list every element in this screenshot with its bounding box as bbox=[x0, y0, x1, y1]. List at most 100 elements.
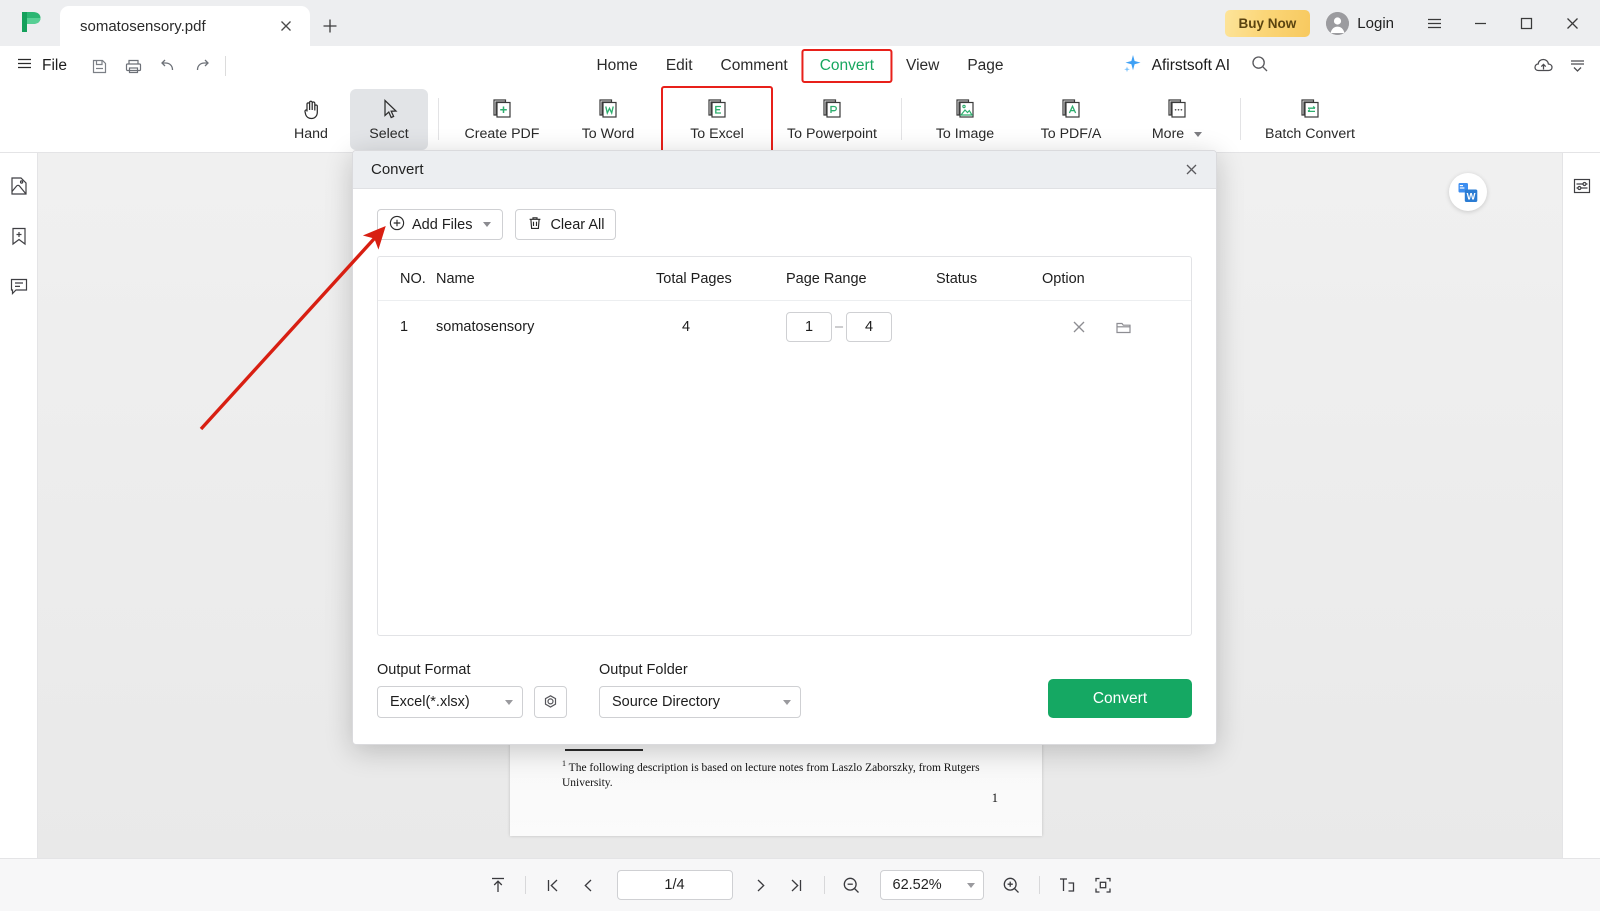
bottom-divider-1 bbox=[524, 876, 526, 894]
menu-item-convert-wrapper: Convert bbox=[801, 49, 893, 83]
search-button[interactable] bbox=[1250, 54, 1270, 79]
plus-icon[interactable] bbox=[310, 6, 350, 46]
file-menu-label: File bbox=[42, 57, 67, 74]
user-avatar-icon bbox=[1326, 11, 1350, 35]
fit-page-icon[interactable] bbox=[1085, 868, 1121, 902]
sparkle-icon bbox=[1122, 53, 1143, 79]
login-label: Login bbox=[1357, 14, 1394, 32]
redo-icon[interactable] bbox=[187, 51, 217, 81]
previous-page-icon[interactable] bbox=[571, 868, 607, 902]
zoom-level-value: 62.52% bbox=[892, 877, 942, 893]
tool-more[interactable]: More bbox=[1124, 89, 1230, 150]
output-settings-button[interactable] bbox=[534, 686, 567, 718]
page-range-to-input[interactable]: 4 bbox=[846, 312, 892, 342]
scroll-to-top-icon[interactable] bbox=[480, 868, 516, 902]
tool-to-excel-wrapper: To Excel bbox=[661, 85, 773, 153]
tool-to-image[interactable]: To Image bbox=[912, 89, 1018, 150]
properties-panel-icon[interactable] bbox=[1567, 171, 1597, 201]
undo-icon[interactable] bbox=[153, 51, 183, 81]
menu-item-convert[interactable]: Convert bbox=[806, 52, 888, 80]
zoom-out-icon[interactable] bbox=[834, 868, 870, 902]
tool-label-select: Select bbox=[369, 126, 409, 142]
cursor-select-icon bbox=[377, 96, 402, 122]
convert-button[interactable]: Convert bbox=[1048, 679, 1192, 718]
window-close-icon[interactable] bbox=[1550, 0, 1594, 46]
word-convert-floating-icon[interactable]: W bbox=[1449, 173, 1487, 211]
clear-all-button[interactable]: Clear All bbox=[515, 209, 617, 240]
file-menu-button[interactable]: File bbox=[0, 55, 67, 77]
output-format-label: Output Format bbox=[377, 662, 471, 678]
tool-to-powerpoint[interactable]: To Powerpoint bbox=[773, 89, 891, 150]
create-pdf-icon bbox=[489, 96, 516, 122]
right-sidebar bbox=[1562, 153, 1600, 858]
footnote-marker: 1 bbox=[562, 759, 566, 768]
document-tab[interactable]: somatosensory.pdf bbox=[60, 6, 310, 46]
close-icon[interactable] bbox=[274, 14, 298, 38]
ribbon-divider-2 bbox=[901, 98, 902, 140]
to-powerpoint-icon bbox=[819, 96, 846, 122]
tool-hand[interactable]: Hand bbox=[272, 89, 350, 150]
toolbar-divider bbox=[224, 56, 226, 76]
tool-label-batch-convert: Batch Convert bbox=[1265, 126, 1355, 142]
first-page-icon[interactable] bbox=[535, 868, 571, 902]
chevron-down-icon bbox=[966, 882, 975, 888]
ribbon-divider-3 bbox=[1240, 98, 1241, 140]
zoom-in-icon[interactable] bbox=[994, 868, 1030, 902]
thumbnails-icon[interactable] bbox=[4, 171, 34, 201]
menu-item-view[interactable]: View bbox=[892, 52, 953, 80]
page-indicator-input[interactable]: 1/4 bbox=[616, 870, 733, 900]
zoom-level-select[interactable]: 62.52% bbox=[879, 870, 984, 900]
tab-title: somatosensory.pdf bbox=[80, 17, 206, 35]
dialog-actions: Add Files Clear All bbox=[377, 209, 1192, 240]
print-icon[interactable] bbox=[119, 51, 149, 81]
fit-width-icon[interactable] bbox=[1049, 868, 1085, 902]
tool-batch-convert[interactable]: Batch Convert bbox=[1251, 89, 1369, 150]
menu-item-edit[interactable]: Edit bbox=[652, 52, 707, 80]
to-word-icon bbox=[595, 96, 622, 122]
page-range-from-input[interactable]: 1 bbox=[786, 312, 832, 342]
next-page-icon[interactable] bbox=[743, 868, 779, 902]
tool-label-to-image: To Image bbox=[935, 126, 995, 142]
add-files-button[interactable]: Add Files bbox=[377, 209, 504, 240]
more-label-text: More bbox=[1151, 126, 1185, 142]
hamburger-menu-icon[interactable] bbox=[1412, 0, 1456, 46]
bookmark-add-icon[interactable] bbox=[4, 221, 34, 251]
login-button[interactable]: Login bbox=[1326, 11, 1394, 35]
ai-assistant-button[interactable]: Afirstsoft AI bbox=[1122, 53, 1230, 79]
menu-bar: File Home Edit Comment Convert View Page… bbox=[0, 46, 1600, 86]
to-excel-icon bbox=[704, 96, 731, 122]
comments-icon[interactable] bbox=[4, 271, 34, 301]
menu-item-home[interactable]: Home bbox=[582, 52, 651, 80]
open-folder-icon[interactable] bbox=[1108, 312, 1138, 342]
tool-label-to-excel: To Excel bbox=[690, 126, 744, 142]
output-folder-select[interactable]: Source Directory bbox=[599, 686, 801, 718]
tool-to-excel[interactable]: To Excel bbox=[664, 89, 770, 150]
last-page-icon[interactable] bbox=[779, 868, 815, 902]
save-icon[interactable] bbox=[85, 51, 115, 81]
app-logo bbox=[0, 0, 60, 46]
menu-item-page[interactable]: Page bbox=[953, 52, 1017, 80]
output-format-field: Output Format Excel(*.xlsx) bbox=[377, 662, 523, 718]
cloud-upload-icon[interactable] bbox=[1528, 51, 1558, 81]
tool-label-hand: Hand bbox=[294, 126, 328, 142]
close-icon[interactable] bbox=[1178, 157, 1204, 183]
menu-item-comment[interactable]: Comment bbox=[707, 52, 802, 80]
dialog-title: Convert bbox=[371, 161, 424, 178]
add-files-label: Add Files bbox=[412, 216, 473, 233]
collapse-ribbon-icon[interactable] bbox=[1562, 51, 1592, 81]
svg-text:W: W bbox=[1467, 190, 1476, 201]
trash-icon bbox=[527, 215, 543, 235]
maximize-icon[interactable] bbox=[1504, 0, 1548, 46]
ai-assistant-label: Afirstsoft AI bbox=[1151, 57, 1230, 74]
tool-select[interactable]: Select bbox=[350, 88, 428, 150]
tool-to-word[interactable]: To Word bbox=[555, 89, 661, 150]
tool-to-pdfa[interactable]: To PDF/A bbox=[1018, 89, 1124, 150]
minimize-icon[interactable] bbox=[1458, 0, 1502, 46]
buy-now-button[interactable]: Buy Now bbox=[1224, 9, 1311, 37]
output-format-select[interactable]: Excel(*.xlsx) bbox=[377, 686, 523, 718]
table-row[interactable]: 1 somatosensory 4 1 – 4 bbox=[378, 301, 1191, 353]
output-folder-value: Source Directory bbox=[612, 694, 720, 710]
column-header-no: NO. bbox=[400, 270, 426, 287]
remove-file-icon[interactable] bbox=[1064, 312, 1094, 342]
tool-create-pdf[interactable]: Create PDF bbox=[449, 89, 555, 150]
